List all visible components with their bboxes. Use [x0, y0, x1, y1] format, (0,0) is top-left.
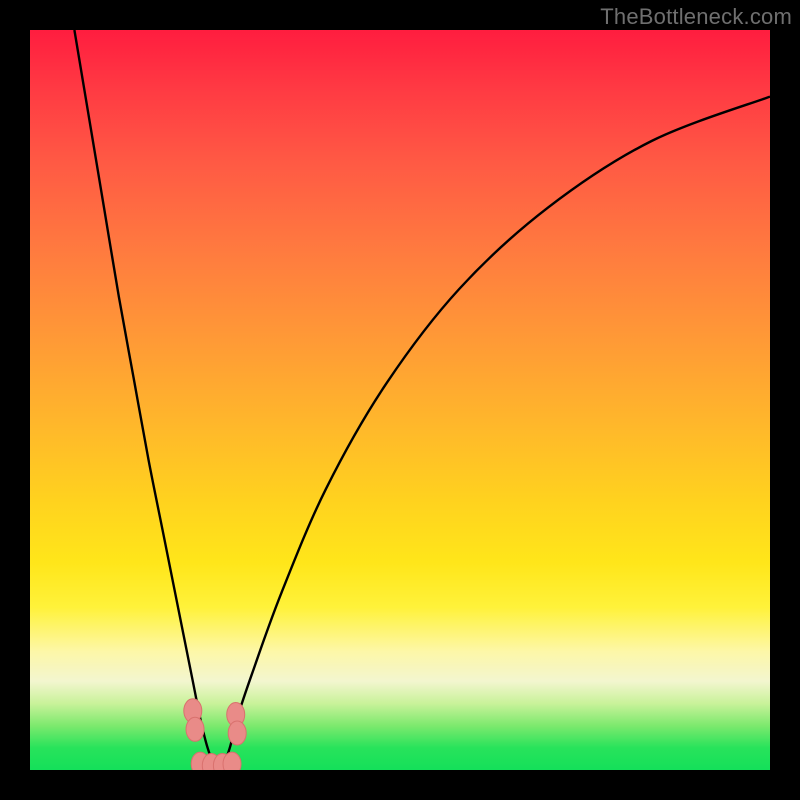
chart-plot-area — [30, 30, 770, 770]
curve-marker — [223, 752, 241, 770]
watermark-text: TheBottleneck.com — [600, 4, 792, 30]
curve-marker — [228, 721, 246, 745]
curve-marker — [186, 717, 204, 741]
curve-minimum-markers — [184, 699, 246, 770]
chart-frame: TheBottleneck.com — [0, 0, 800, 800]
bottleneck-curve-svg — [30, 30, 770, 770]
bottleneck-curve — [74, 30, 770, 769]
